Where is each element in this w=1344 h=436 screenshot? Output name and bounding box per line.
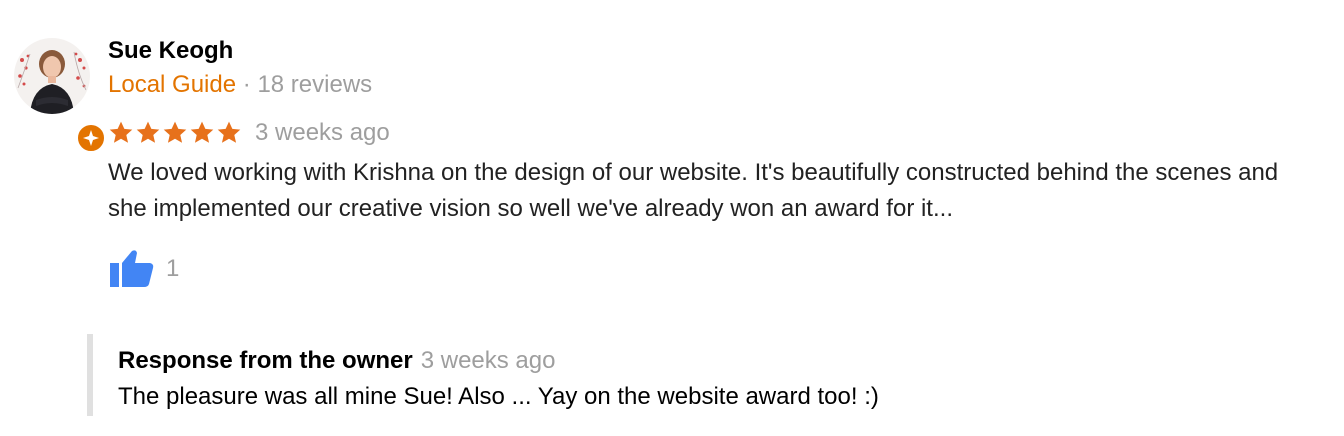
response-header: Response from the owner 3 weeks ago: [118, 346, 555, 376]
review-count[interactable]: 18 reviews: [257, 71, 372, 98]
star-icon: [136, 121, 160, 143]
person-photo-icon: [14, 38, 90, 114]
star-icon: [217, 121, 241, 143]
reviewer-avatar[interactable]: [14, 38, 106, 153]
thumbs-up-icon: [110, 250, 154, 287]
local-guide-badge[interactable]: Local Guide: [108, 71, 236, 98]
reviewer-meta: Local Guide · 18 reviews: [108, 70, 372, 100]
like-button[interactable]: [108, 248, 156, 290]
review-date: 3 weeks ago: [255, 119, 390, 146]
star-rating: [108, 120, 243, 146]
review-text: We loved working with Krishna on the des…: [108, 159, 1279, 222]
meta-separator: ·: [242, 71, 251, 98]
owner-response: Response from the owner 3 weeks ago The p…: [87, 334, 987, 416]
response-text: The pleasure was all mine Sue! Also ... …: [118, 383, 879, 410]
like-row: 1: [108, 248, 179, 290]
like-count: 1: [166, 255, 180, 282]
response-date: 3 weeks ago: [420, 347, 556, 374]
response-title: Response from the owner: [118, 347, 413, 374]
star-icon: [109, 121, 133, 143]
star-icon: [190, 121, 214, 143]
rating-row: 3 weeks ago: [108, 117, 390, 149]
local-guide-star-icon: [76, 123, 106, 153]
star-icon: [163, 121, 187, 143]
reviewer-name[interactable]: Sue Keogh: [108, 36, 233, 66]
